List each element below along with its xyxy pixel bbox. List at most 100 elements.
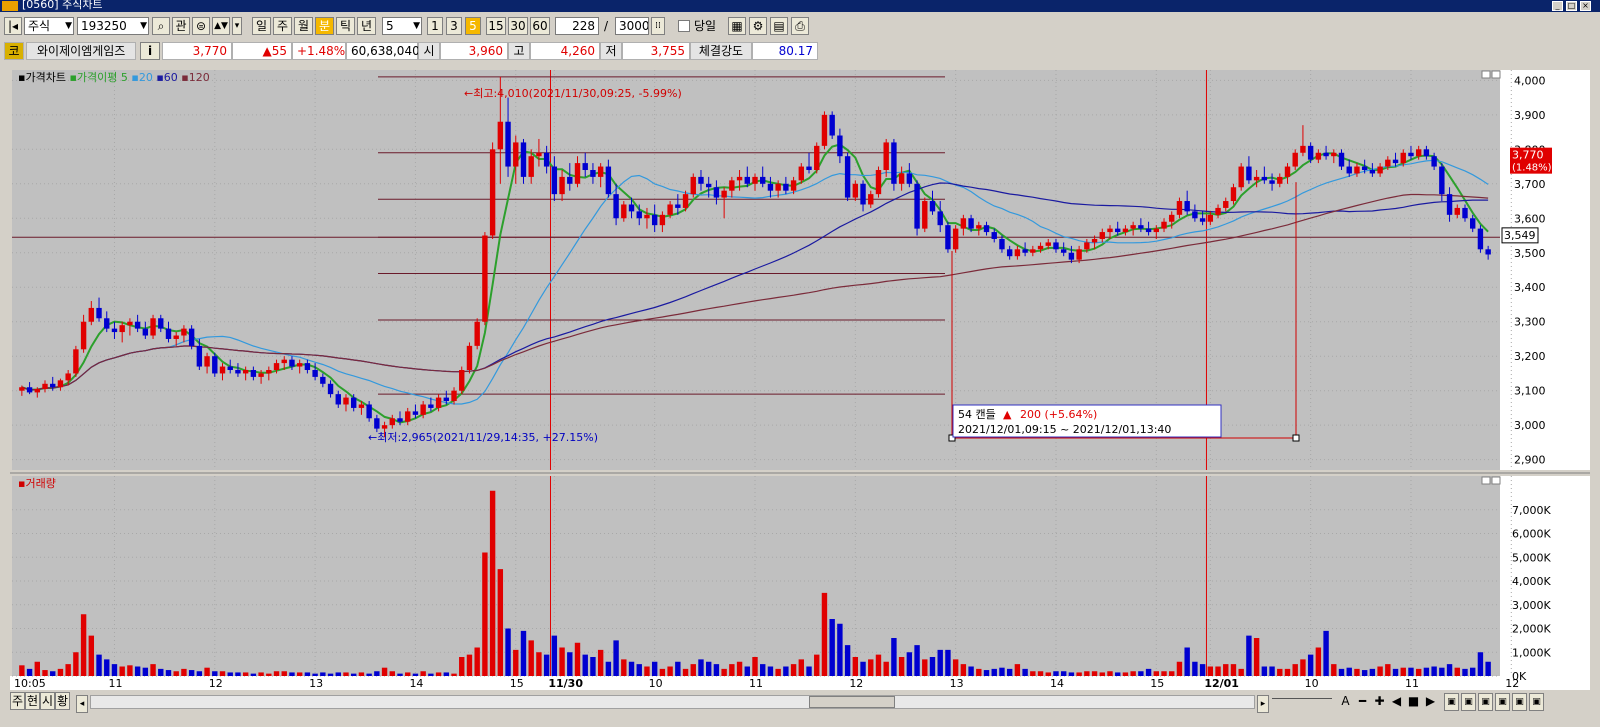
candle-body [690, 176, 696, 195]
candle-body [134, 321, 141, 329]
volume-bar [1300, 659, 1306, 676]
range-candle-count: 54 캔들 [958, 408, 996, 421]
candle-body [196, 345, 203, 367]
price-tick-label: 3,400 [1514, 281, 1546, 294]
volume-bar [474, 647, 480, 676]
volume-bar [628, 661, 635, 676]
volume-bar [837, 623, 843, 676]
candle-body [1346, 166, 1352, 174]
volume-bar [281, 671, 287, 676]
zoom-slider[interactable] [1272, 698, 1332, 707]
candle-body [914, 183, 920, 229]
volume-bar [651, 661, 658, 676]
volume-bar [991, 668, 997, 676]
price-tick-label: 3,200 [1514, 350, 1546, 363]
chart-tool-0[interactable]: A [1338, 693, 1353, 711]
candle-body [42, 383, 48, 389]
volume-bar [443, 672, 450, 676]
layout-icon[interactable]: ▣ [1495, 693, 1510, 711]
scrollbar-thumb[interactable] [809, 696, 895, 708]
volume-bar [374, 671, 380, 676]
candle-body [628, 204, 635, 212]
volume-bar [1053, 671, 1059, 676]
volume-bar [327, 673, 334, 676]
volume-bar [405, 672, 411, 676]
candle-body [1238, 166, 1244, 188]
candle-body [937, 211, 943, 226]
chart-tool-3[interactable]: ◀ [1389, 693, 1404, 711]
bottom-tab-1[interactable]: 현 [25, 692, 40, 710]
volume-bar [868, 659, 874, 676]
candle-body [837, 135, 843, 157]
volume-bar [1122, 672, 1129, 676]
layout-icon[interactable]: ▣ [1461, 693, 1476, 711]
layout-icon[interactable]: ▣ [1529, 693, 1544, 711]
candle-body [281, 359, 287, 364]
candle-body [1269, 180, 1275, 184]
candle-body [1084, 242, 1090, 250]
candle-body [1408, 152, 1414, 157]
volume-bar [1068, 672, 1075, 676]
time-tick-label: 12 [1505, 677, 1519, 690]
chart-tool-2[interactable]: ✚ [1372, 693, 1387, 711]
volume-bar [1045, 672, 1051, 676]
candle-body [258, 373, 264, 377]
candle-body [1099, 232, 1105, 239]
candle-body [1115, 228, 1121, 233]
price-volume-chart[interactable]: 4,0003,9003,8003,7003,6003,5003,4003,300… [0, 0, 1600, 690]
volume-bar [1277, 668, 1283, 676]
chart-tool-4[interactable]: ■ [1406, 693, 1421, 711]
candle-body [212, 356, 218, 374]
volume-bar [1115, 672, 1121, 676]
candle-body [459, 370, 465, 391]
chart-tool-5[interactable]: ▶ [1423, 693, 1438, 711]
candle-body [1377, 166, 1383, 174]
candle-body [34, 388, 40, 393]
candle-body [466, 345, 473, 370]
volume-bar [165, 670, 172, 676]
candle-body [289, 359, 295, 367]
scroll-right-icon[interactable]: ▸ [1257, 695, 1269, 713]
candle-body [127, 321, 133, 326]
volume-bar [1323, 630, 1329, 676]
time-tick-label: 10 [649, 677, 663, 690]
current-pct-tag-label: (1.48%) [1512, 163, 1552, 174]
candle-body [489, 149, 496, 236]
bottom-tab-3[interactable]: 황 [55, 692, 70, 710]
chart-tool-1[interactable]: ━ [1355, 693, 1370, 711]
candle-body [783, 183, 789, 191]
volume-bar [690, 664, 696, 676]
candle-body [1331, 152, 1337, 157]
candle-body [536, 152, 542, 157]
current-price-tag-label: 3,770 [1512, 149, 1544, 162]
volume-bar [1315, 647, 1322, 676]
candle-body [327, 383, 334, 395]
layout-icon[interactable]: ▣ [1478, 693, 1493, 711]
volume-bar [42, 670, 48, 676]
layout-icon[interactable]: ▣ [1444, 693, 1459, 711]
volume-bar [590, 657, 596, 676]
candle-body [1091, 238, 1098, 243]
candle-body [551, 166, 558, 195]
volume-bar [659, 668, 666, 676]
volume-bar [1400, 667, 1406, 676]
volume-bar [1091, 671, 1098, 676]
time-tick-label: 12 [209, 677, 223, 690]
volume-bar [489, 490, 496, 676]
candle-body [204, 356, 210, 367]
bottom-tab-0[interactable]: 주 [10, 692, 25, 710]
volume-bar [960, 664, 967, 676]
volume-bar [1030, 671, 1036, 676]
candle-body [1284, 166, 1291, 177]
volume-bar [1076, 672, 1082, 676]
horizontal-scrollbar[interactable] [90, 695, 1255, 709]
candle-body [621, 204, 627, 219]
bottom-tab-2[interactable]: 시 [40, 692, 55, 710]
candle-body [19, 387, 25, 391]
time-tick-label: 13 [950, 677, 964, 690]
layout-icon[interactable]: ▣ [1512, 693, 1527, 711]
candle-body [104, 318, 110, 329]
candle-body [636, 211, 642, 219]
volume-tick-label: 5,000K [1512, 551, 1551, 564]
scroll-left-icon[interactable]: ◂ [76, 695, 88, 713]
